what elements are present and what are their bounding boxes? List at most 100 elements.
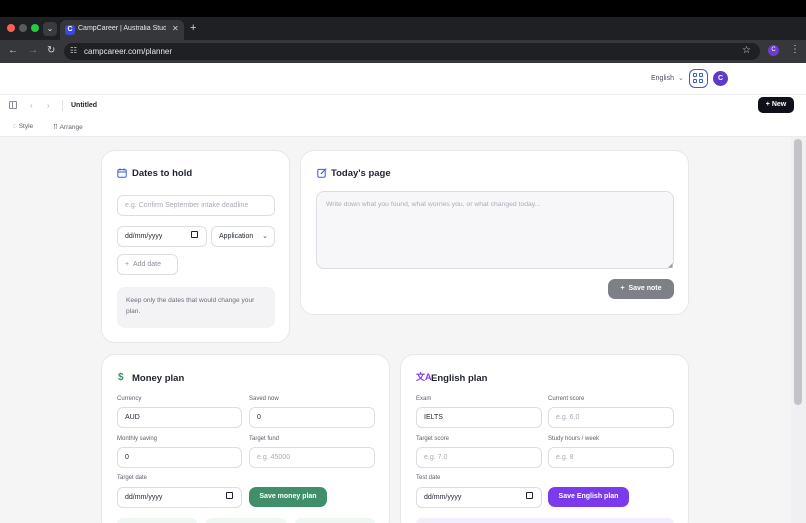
arrange-label: Arrange (59, 124, 83, 131)
user-avatar[interactable]: C (713, 71, 728, 86)
maximize-window-button[interactable] (31, 24, 39, 32)
calendar-picker-icon[interactable] (526, 492, 533, 499)
arrange-button[interactable]: ⠿ Arrange (53, 123, 83, 131)
exam-input[interactable]: IELTS (416, 407, 542, 428)
new-button[interactable]: + New (758, 97, 794, 113)
calendar-icon (117, 168, 127, 181)
page-toolbar: ◌ Style ⠿ Arrange (0, 117, 806, 137)
study-hours-label: Study hours / week (548, 436, 600, 442)
english-progress-strip (416, 518, 674, 523)
grid-cell-icon (693, 73, 697, 77)
style-label: Style (18, 123, 34, 130)
minimize-window-button[interactable] (19, 24, 27, 32)
study-hours-input[interactable]: e.g. 8 (548, 447, 674, 468)
site-settings-icon[interactable]: ☷ (70, 46, 77, 55)
calendar-picker-icon[interactable] (191, 231, 198, 238)
edit-note-icon (317, 168, 327, 181)
document-bar: ‹ › Untitled + New (0, 95, 806, 117)
target-fund-label: Target fund (249, 436, 280, 442)
current-score-input[interactable]: e.g. 6.0 (548, 407, 674, 428)
test-date-value: dd/mm/yyyy (424, 494, 462, 501)
target-fund-input[interactable]: e.g. 45000 (249, 447, 375, 468)
money-title: Money plan (132, 373, 185, 384)
chevron-down-icon[interactable]: ⌄ (678, 74, 684, 82)
calendar-picker-icon[interactable] (226, 492, 233, 499)
money-stat-chip (206, 518, 286, 523)
target-date-input[interactable]: dd/mm/yyyy (117, 487, 242, 508)
plus-icon: + (125, 261, 130, 268)
tab-search-chevron-icon[interactable]: ⌄ (43, 22, 57, 36)
add-date-button[interactable]: + Add date (117, 254, 178, 275)
currency-input[interactable]: AUD (117, 407, 242, 428)
target-date-label: Target date (117, 475, 148, 481)
target-date-value: dd/mm/yyyy (125, 494, 163, 501)
test-date-label: Test date (416, 475, 441, 481)
new-tab-plus-icon[interactable]: + (190, 22, 196, 34)
dates-card: Dates to hold e.g. Confirm September int… (101, 150, 290, 343)
back-arrow-icon[interactable]: ← (8, 45, 18, 57)
tab-close-icon[interactable]: ✕ (172, 24, 179, 33)
resize-handle-icon[interactable]: ◢ (668, 262, 673, 269)
english-card: 文A English plan Exam IELTS Current score… (400, 354, 689, 523)
date-type-value: Application (219, 233, 254, 240)
plus-icon: + (620, 285, 625, 292)
currency-label: Currency (117, 396, 142, 402)
test-date-input[interactable]: dd/mm/yyyy (416, 487, 542, 508)
document-title[interactable]: Untitled (71, 102, 97, 109)
english-title: English plan (431, 373, 488, 384)
page-scrollbar-thumb[interactable] (794, 139, 802, 405)
browser-tab[interactable]: C CampCareer | Australia Study ✕ (60, 20, 184, 40)
url-text: campcareer.com/planner (84, 47, 173, 56)
site-favicon-icon: C (65, 25, 75, 35)
dates-title: Dates to hold (132, 168, 193, 179)
note-textarea[interactable]: Write down what you found, what worries … (316, 191, 674, 269)
palette-icon: ◌ (13, 123, 17, 130)
url-bar[interactable]: ☷ campcareer.com/planner (64, 43, 760, 60)
chevron-left-icon[interactable]: ‹ (30, 101, 33, 110)
saved-now-label: Saved now (249, 396, 279, 402)
exam-label: Exam (416, 396, 432, 402)
grid-cell-icon (693, 79, 697, 83)
forward-arrow-icon[interactable]: → (28, 45, 38, 57)
divider (62, 100, 63, 111)
target-score-input[interactable]: e.g. 7.0 (416, 447, 542, 468)
drag-handle-icon: ⠿ (53, 124, 58, 131)
save-note-button[interactable]: + Save note (608, 279, 674, 299)
chevron-down-icon: ⌄ (262, 233, 268, 240)
save-english-plan-button[interactable]: Save English plan (548, 487, 629, 507)
reload-icon[interactable]: ↻ (47, 45, 55, 57)
app-header: English ⌄ C (0, 63, 806, 95)
style-button[interactable]: ◌ Style (13, 123, 33, 130)
money-stat-chip (117, 518, 197, 523)
bookmark-star-icon[interactable]: ☆ (742, 45, 751, 56)
save-money-plan-button[interactable]: Save money plan (249, 487, 327, 507)
add-date-label: Add date (132, 261, 162, 268)
grid-cell-icon (699, 79, 703, 83)
current-score-label: Current score (548, 396, 585, 402)
dates-tip: Keep only the dates that would change yo… (117, 287, 275, 328)
today-title: Today's page (331, 168, 391, 179)
date-picker-input[interactable]: dd/mm/yyyy (117, 226, 207, 247)
date-type-select[interactable]: Application ⌄ (211, 226, 275, 247)
window-top-strip (0, 0, 806, 17)
language-selector[interactable]: English (651, 75, 674, 82)
grid-cell-icon (699, 73, 703, 77)
apps-grid-button[interactable] (689, 69, 708, 88)
browser-menu-icon[interactable]: ⋮ (790, 44, 800, 55)
sidebar-toggle-icon[interactable] (9, 101, 17, 109)
money-card: $ Money plan Currency AUD Saved now 0 Mo… (101, 354, 390, 523)
save-note-label: Save note (628, 285, 662, 292)
monthly-saving-label: Monthly saving (117, 436, 158, 442)
date-description-input[interactable]: e.g. Confirm September intake deadline (117, 195, 275, 216)
monthly-saving-input[interactable]: 0 (117, 447, 242, 468)
today-card: Today's page Write down what you found, … (300, 150, 689, 315)
date-picker-value: dd/mm/yyyy (125, 233, 163, 240)
dollar-icon: $ (118, 372, 124, 383)
close-window-button[interactable] (7, 24, 15, 32)
browser-profile-avatar[interactable]: C (768, 45, 779, 56)
chevron-right-icon[interactable]: › (47, 101, 50, 110)
saved-now-input[interactable]: 0 (249, 407, 375, 428)
tab-title: CampCareer | Australia Study (78, 25, 166, 32)
target-score-label: Target score (416, 436, 450, 442)
new-button-label: New (771, 101, 787, 108)
